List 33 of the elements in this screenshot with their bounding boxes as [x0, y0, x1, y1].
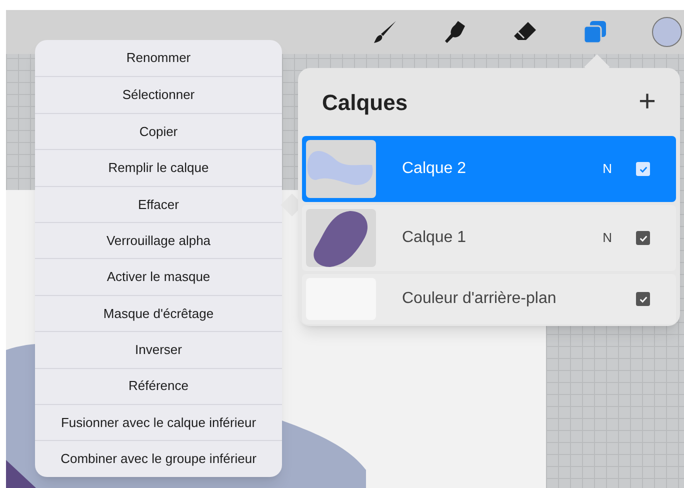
visibility-checkbox[interactable] — [636, 162, 650, 176]
panel-title: Calques — [322, 88, 408, 117]
add-layer-button[interactable]: + — [638, 87, 656, 117]
menu-item[interactable]: Fusionner avec le calque inférieur — [35, 404, 282, 440]
layer-name: Calque 1 — [402, 228, 468, 248]
checkmark-icon — [638, 164, 648, 174]
layer-row[interactable]: Calque 2 N — [302, 136, 676, 202]
layer-name: Calque 2 — [402, 159, 468, 179]
menu-item[interactable]: Effacer — [35, 186, 282, 222]
menu-item[interactable]: Renommer — [35, 40, 282, 76]
layer-name: Couleur d'arrière-plan — [402, 289, 558, 309]
visibility-checkbox[interactable] — [636, 292, 650, 306]
menu-item[interactable]: Copier — [35, 112, 282, 150]
layer-thumbnail — [306, 140, 376, 198]
blend-mode-label[interactable]: N — [602, 228, 612, 248]
brush-icon[interactable] — [372, 19, 398, 45]
menu-item[interactable]: Référence — [35, 368, 282, 404]
menu-item[interactable]: Combiner avec le groupe inférieur — [35, 440, 282, 477]
visibility-checkbox[interactable] — [636, 231, 650, 245]
menu-item[interactable]: Masque d'écrêtage — [35, 294, 282, 332]
layer-row[interactable]: Calque 1 N — [302, 205, 676, 271]
menu-item[interactable]: Remplir le calque — [35, 149, 282, 186]
menu-item[interactable]: Activer le masque — [35, 258, 282, 295]
layers-icon[interactable] — [582, 19, 608, 45]
menu-item[interactable]: Sélectionner — [35, 76, 282, 113]
menu-item[interactable]: Verrouillage alpha — [35, 222, 282, 258]
checkmark-icon — [638, 234, 648, 242]
blend-mode-label[interactable]: N — [602, 159, 612, 179]
layer-thumbnail — [306, 209, 376, 267]
checkmark-icon — [638, 294, 648, 304]
menu-item[interactable]: Inverser — [35, 331, 282, 368]
layer-row[interactable]: Couleur d'arrière-plan — [302, 274, 676, 324]
color-swatch[interactable] — [652, 17, 682, 47]
